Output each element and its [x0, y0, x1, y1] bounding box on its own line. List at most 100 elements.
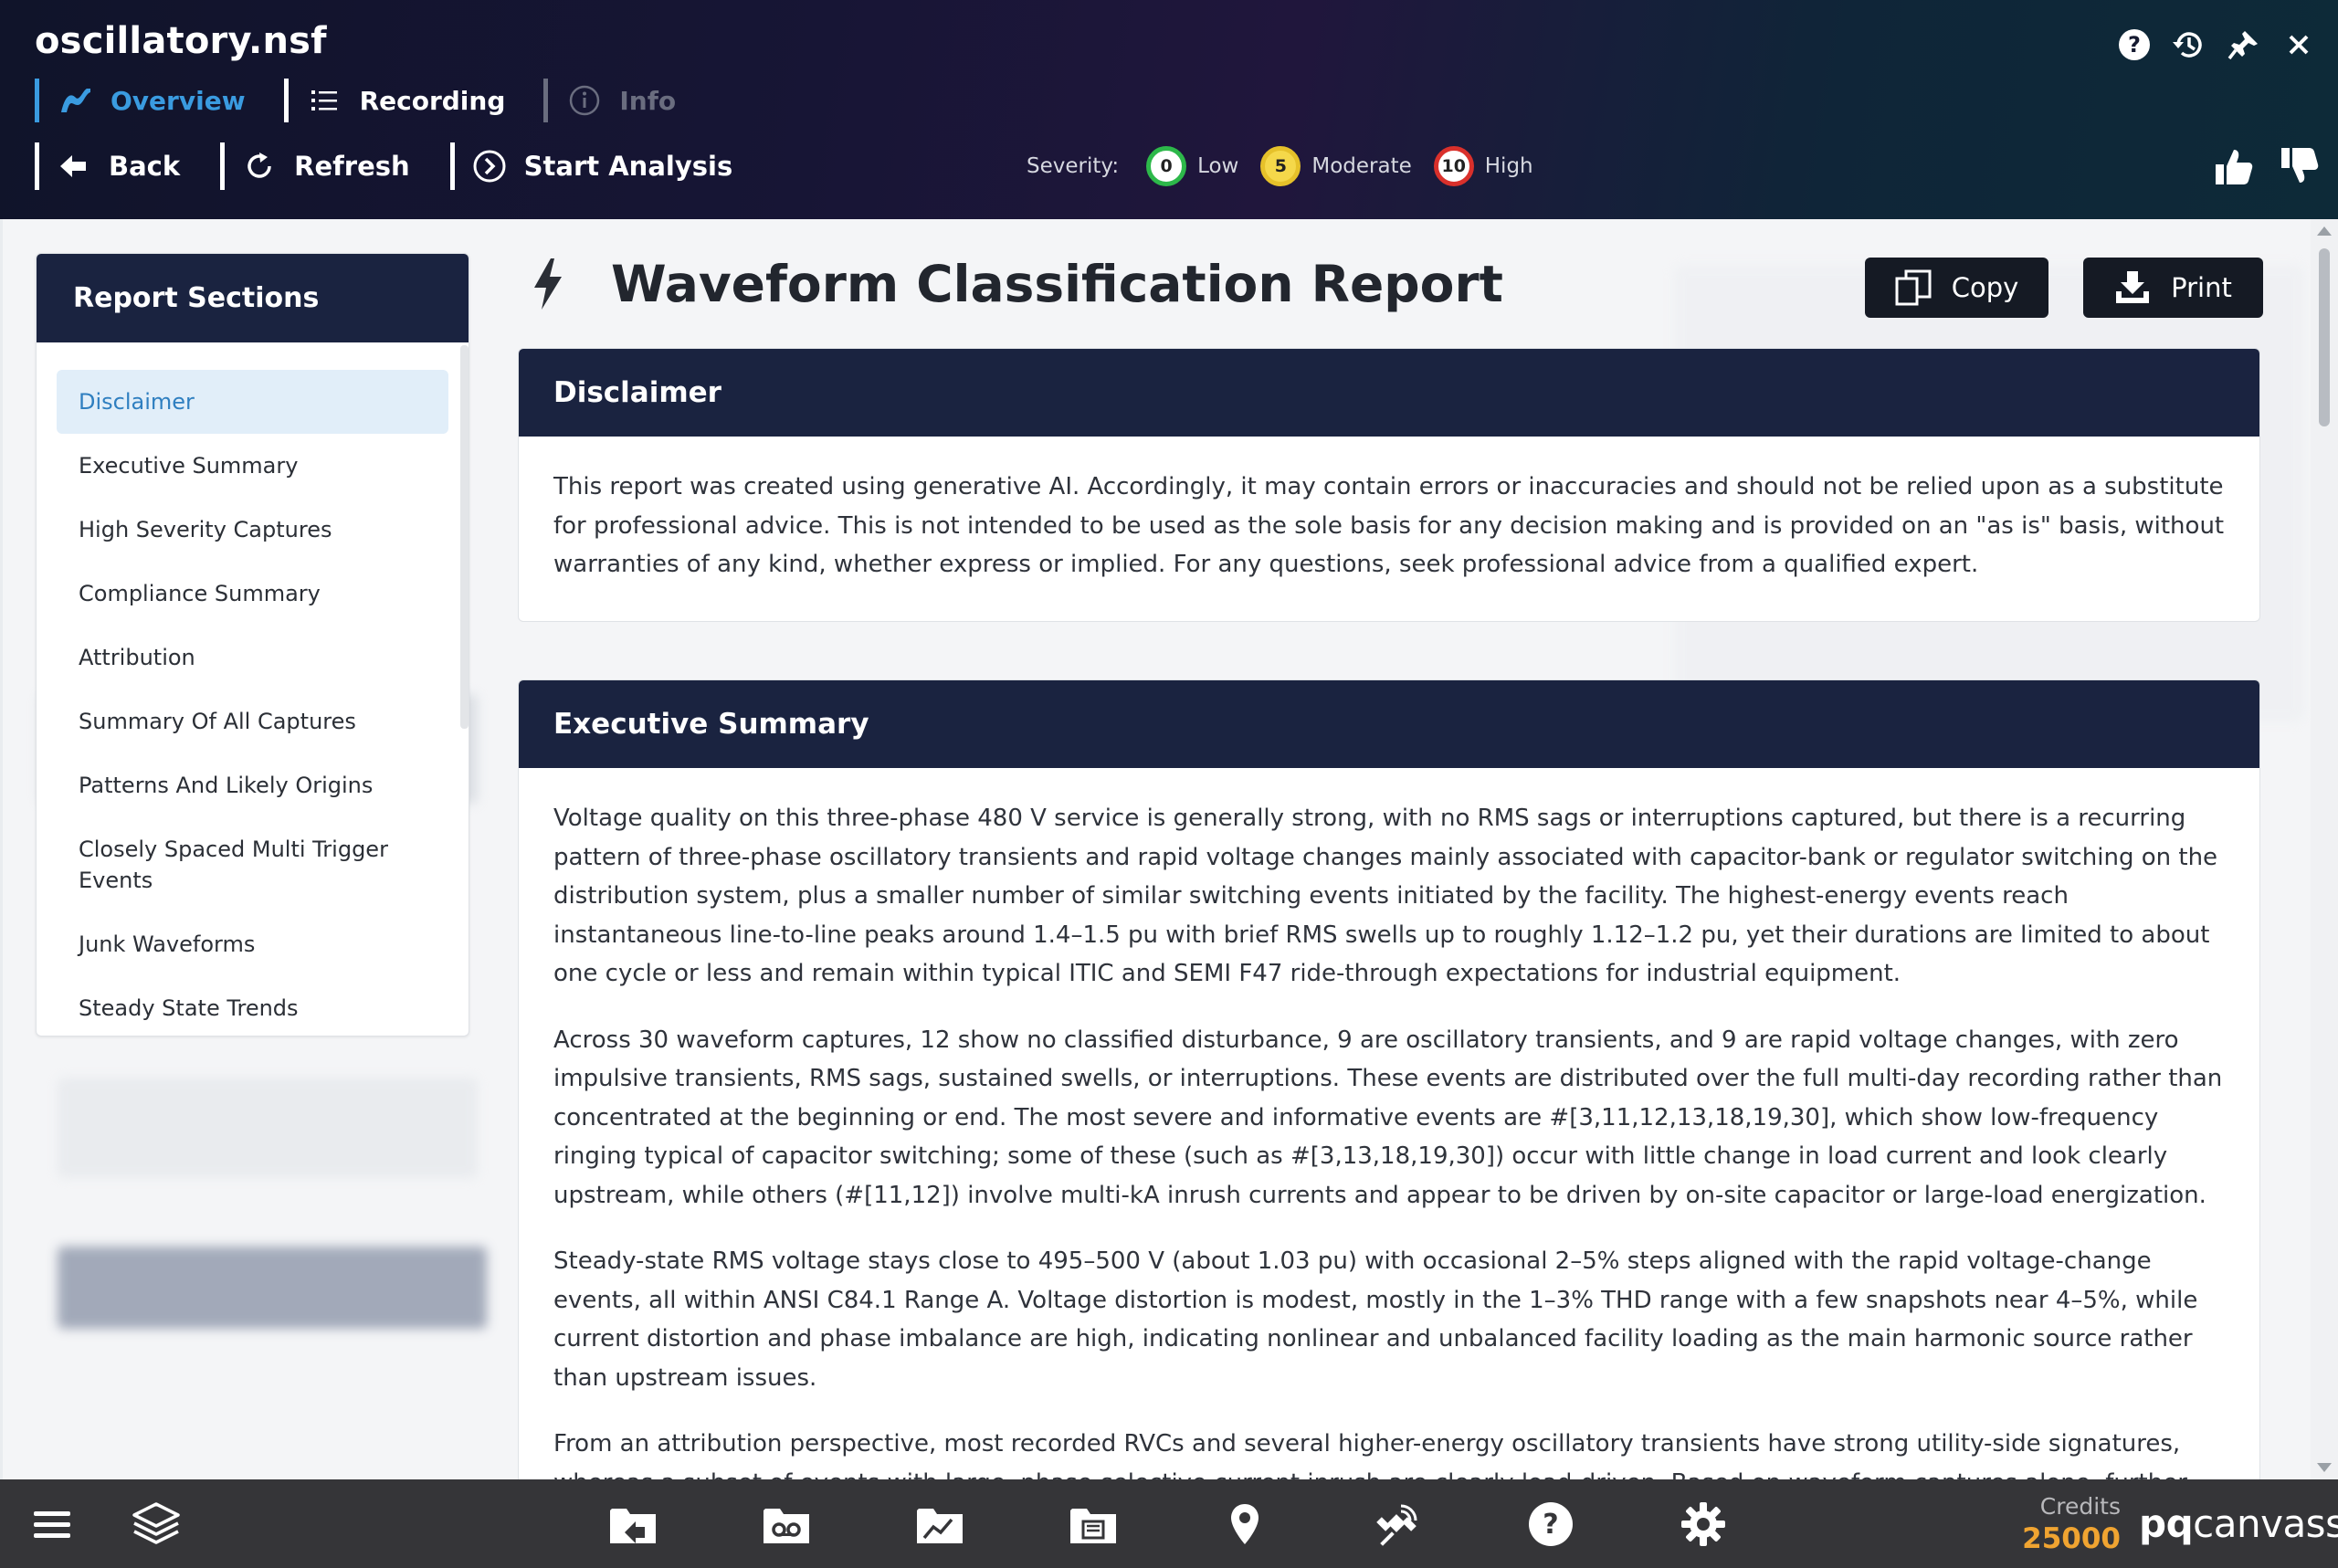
- report-panel: Waveform Classification Report Copy Prin…: [514, 219, 2263, 1479]
- toolbar: Back Refresh Start Analysis: [35, 142, 773, 190]
- pin-icon[interactable]: [2225, 26, 2263, 64]
- back-label: Back: [109, 151, 181, 182]
- tab-label: Recording: [359, 85, 506, 116]
- severity-high-label: High: [1484, 154, 1533, 178]
- settings-icon[interactable]: [1677, 1498, 1730, 1551]
- chart-folder-icon[interactable]: [913, 1498, 966, 1551]
- list-icon: [307, 82, 343, 119]
- severity-moderate: 5 Moderate: [1260, 146, 1412, 186]
- summary-paragraph: Voltage quality on this three-phase 480 …: [553, 805, 2218, 987]
- section-item-disclaimer[interactable]: Disclaimer: [57, 370, 448, 434]
- disclaimer-body: This report was created using generative…: [519, 437, 2259, 612]
- app-header: oscillatory.nsf Overview Recording Info: [0, 0, 2338, 219]
- arrow-left-icon: [56, 148, 92, 184]
- copy-label: Copy: [1951, 272, 2019, 303]
- report-sections-title: Report Sections: [37, 254, 469, 342]
- close-icon[interactable]: [2280, 26, 2318, 64]
- section-item-compliance-summary[interactable]: Compliance Summary: [57, 562, 448, 626]
- file-title: oscillatory.nsf: [35, 20, 327, 62]
- chevron-circle-icon: [471, 148, 508, 184]
- scroll-up-arrow-icon[interactable]: [2317, 226, 2332, 236]
- tab-overview[interactable]: Overview: [35, 79, 266, 122]
- tab-info[interactable]: Info: [543, 79, 696, 122]
- section-item-attribution[interactable]: Attribution: [57, 626, 448, 689]
- info-icon: [566, 82, 603, 119]
- severity-low: 0 Low: [1146, 146, 1238, 186]
- severity-low-label: Low: [1197, 154, 1239, 178]
- severity-high: 10 High: [1433, 146, 1533, 186]
- severity-high-count: 10: [1433, 146, 1474, 186]
- start-analysis-button[interactable]: Start Analysis: [449, 142, 757, 190]
- svg-text:?: ?: [2128, 32, 2141, 58]
- tab-label: Overview: [111, 85, 246, 116]
- waveform-icon: [58, 82, 94, 119]
- view-tabs: Overview Recording Info: [35, 79, 714, 122]
- disclaimer-heading: Disclaimer: [519, 349, 2259, 437]
- summary-paragraph: Steady-state RMS voltage stays close to …: [553, 1247, 2198, 1392]
- tab-label: Info: [619, 85, 677, 116]
- brand-logo-bold: pq: [2139, 1501, 2194, 1546]
- tab-recording[interactable]: Recording: [283, 79, 526, 122]
- executive-summary-heading: Executive Summary: [519, 680, 2259, 768]
- background-button: [58, 1247, 487, 1329]
- report-sections-list: Disclaimer Executive Summary High Severi…: [37, 342, 469, 1036]
- credits-label: Credits: [2039, 1493, 2121, 1520]
- severity-moderate-label: Moderate: [1311, 154, 1412, 178]
- feedback-actions: [2192, 142, 2323, 190]
- folder-upload-icon[interactable]: [606, 1498, 659, 1551]
- section-item-high-severity-captures[interactable]: High Severity Captures: [57, 498, 448, 562]
- credits-value: 25000: [2022, 1522, 2121, 1555]
- severity-label: Severity:: [1027, 154, 1120, 178]
- menu-icon[interactable]: [26, 1498, 79, 1551]
- section-item-closely-spaced-multi-trigger-events[interactable]: Closely Spaced Multi Trigger Events: [57, 817, 448, 912]
- executive-summary-body: Voltage quality on this three-phase 480 …: [519, 768, 2259, 1479]
- sections-scrollbar[interactable]: [460, 345, 469, 729]
- refresh-label: Refresh: [294, 151, 410, 182]
- credits-display: Credits 25000: [2020, 1492, 2121, 1556]
- location-pin-icon[interactable]: [1218, 1498, 1271, 1551]
- refresh-button[interactable]: Refresh: [220, 142, 434, 190]
- thumbs-down-icon[interactable]: [2276, 142, 2323, 190]
- start-analysis-label: Start Analysis: [523, 151, 733, 182]
- scrollbar-thumb[interactable]: [2319, 248, 2330, 426]
- report-title: Waveform Classification Report: [532, 252, 1503, 316]
- print-label: Print: [2171, 272, 2232, 303]
- report-folder-icon[interactable]: [1067, 1498, 1120, 1551]
- copy-button[interactable]: Copy: [1865, 258, 2048, 318]
- section-item-steady-state-trends[interactable]: Steady State Trends: [57, 976, 448, 1036]
- background-panel: [58, 1078, 478, 1178]
- section-item-summary-of-all-captures[interactable]: Summary Of All Captures: [57, 689, 448, 753]
- thumbs-up-icon[interactable]: [2210, 142, 2258, 190]
- report-title-text: Waveform Classification Report: [611, 255, 1503, 313]
- severity-moderate-count: 5: [1260, 146, 1301, 186]
- voicemail-folder-icon[interactable]: [760, 1498, 813, 1551]
- layers-icon[interactable]: [130, 1498, 183, 1551]
- executive-summary-card: Executive Summary Voltage quality on thi…: [518, 679, 2260, 1479]
- download-tray-icon: [2114, 269, 2151, 306]
- section-item-executive-summary[interactable]: Executive Summary: [57, 434, 448, 498]
- lightning-icon: [532, 257, 574, 311]
- help-icon[interactable]: ?: [1524, 1498, 1577, 1551]
- severity-low-count: 0: [1146, 146, 1187, 186]
- report-scrollbar[interactable]: [2311, 219, 2338, 1479]
- satellite-icon[interactable]: [1371, 1498, 1424, 1551]
- refresh-icon: [241, 148, 278, 184]
- severity-legend: Severity: 0 Low 5 Moderate 10 High: [1027, 142, 1555, 190]
- content-area: Report Sections Disclaimer Executive Sum…: [3, 219, 2335, 1479]
- history-icon[interactable]: [2170, 26, 2208, 64]
- section-item-junk-waveforms[interactable]: Junk Waveforms: [57, 912, 448, 976]
- summary-paragraph: From an attribution perspective, most re…: [553, 1430, 2187, 1479]
- disclaimer-card: Disclaimer This report was created using…: [518, 348, 2260, 622]
- help-icon[interactable]: ?: [2115, 26, 2154, 64]
- disclaimer-text: This report was created using generative…: [553, 473, 2225, 578]
- section-item-patterns-and-likely-origins[interactable]: Patterns And Likely Origins: [57, 753, 448, 817]
- report-sections-panel: Report Sections Disclaimer Executive Sum…: [36, 253, 469, 1037]
- bottom-bar: ? Credits 25000 pqcanvass: [0, 1479, 2338, 1568]
- print-button[interactable]: Print: [2083, 258, 2263, 318]
- window-actions: ?: [2099, 26, 2318, 64]
- back-button[interactable]: Back: [35, 142, 204, 190]
- svg-text:?: ?: [1543, 1509, 1558, 1541]
- brand-logo-rest: canvass: [2193, 1501, 2338, 1546]
- copy-icon: [1895, 269, 1932, 306]
- scroll-down-arrow-icon[interactable]: [2317, 1463, 2332, 1472]
